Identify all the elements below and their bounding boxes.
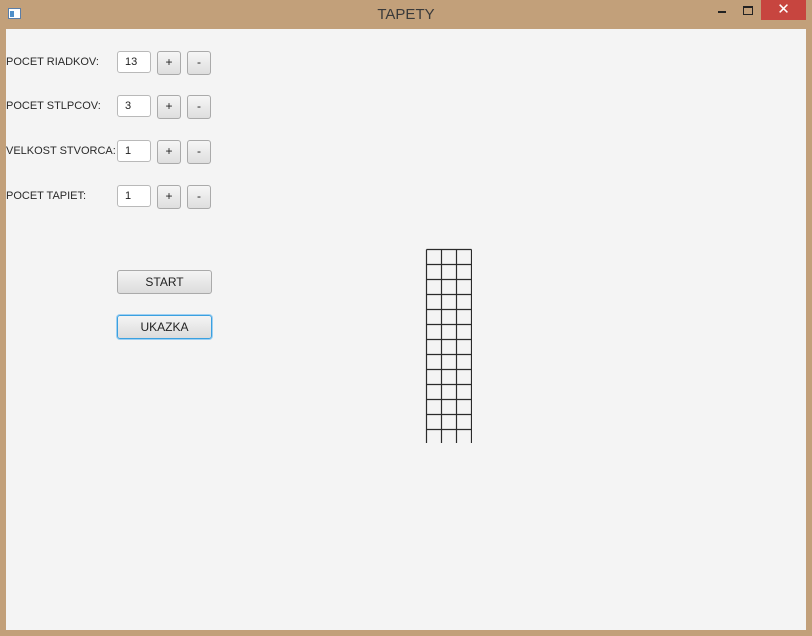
square-size-input[interactable]: 1	[117, 140, 151, 162]
wallpapers-input[interactable]: 1	[117, 185, 151, 207]
square-size-label: VELKOST STVORCA:	[6, 145, 116, 157]
close-icon[interactable]: ✕	[761, 0, 806, 20]
square-size-minus-button[interactable]: -	[187, 140, 211, 164]
columns-input[interactable]: 3	[117, 95, 151, 117]
maximize-icon[interactable]	[734, 0, 760, 20]
ukazka-button[interactable]: UKAZKA	[117, 315, 212, 339]
rows-label: POCET RIADKOV:	[6, 56, 99, 68]
client-area: POCET RIADKOV: 13 + - POCET STLPCOV: 3 +…	[6, 29, 806, 630]
start-button[interactable]: START	[117, 270, 212, 294]
square-size-plus-button[interactable]: +	[157, 140, 181, 164]
rows-plus-button[interactable]: +	[157, 51, 181, 75]
wallpapers-plus-button[interactable]: +	[157, 185, 181, 209]
columns-label: POCET STLPCOV:	[6, 100, 101, 112]
wallpapers-label: POCET TAPIET:	[6, 190, 87, 202]
wallpaper-preview-grid	[425, 248, 472, 443]
columns-plus-button[interactable]: +	[157, 95, 181, 119]
columns-minus-button[interactable]: -	[187, 95, 211, 119]
rows-minus-button[interactable]: -	[187, 51, 211, 75]
wallpapers-minus-button[interactable]: -	[187, 185, 211, 209]
rows-input[interactable]: 13	[117, 51, 151, 73]
title-bar: TAPETY ✕	[0, 0, 812, 29]
window-title: TAPETY	[377, 6, 435, 23]
minimize-icon[interactable]	[708, 0, 734, 20]
